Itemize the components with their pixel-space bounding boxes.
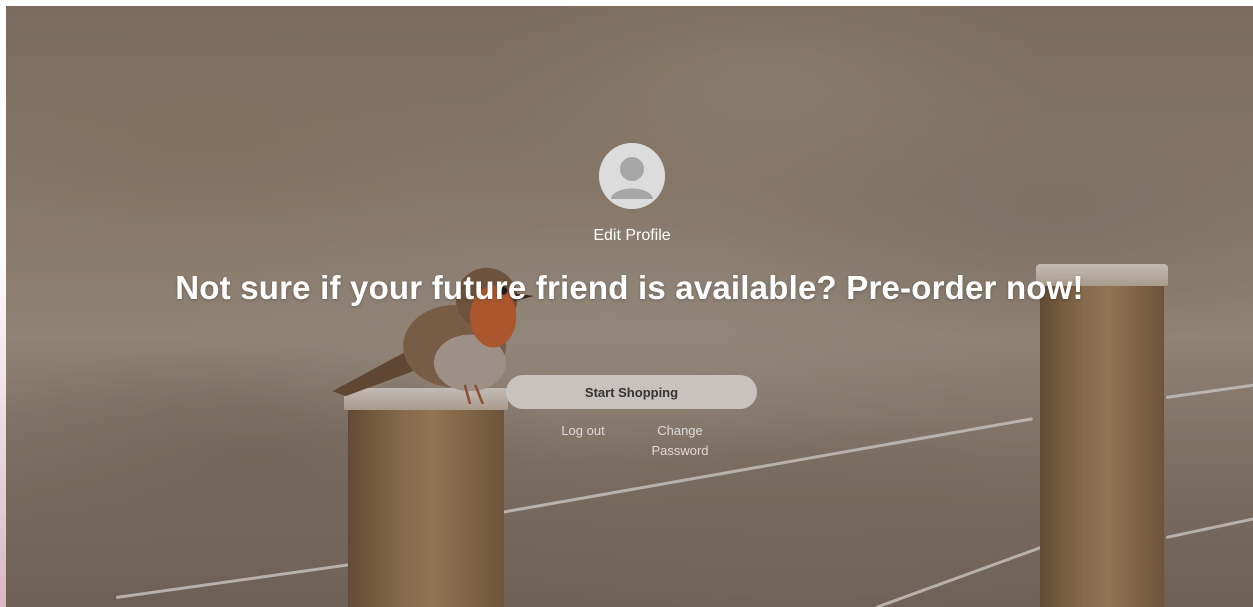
logout-link[interactable]: Log out bbox=[554, 421, 612, 441]
edit-profile-link[interactable]: Edit Profile bbox=[532, 227, 732, 245]
start-shopping-button[interactable]: Start Shopping bbox=[506, 375, 757, 409]
page-headline: Not sure if your future friend is availa… bbox=[175, 269, 1084, 306]
change-password-link[interactable]: Change Password bbox=[644, 421, 716, 461]
user-avatar-icon[interactable] bbox=[599, 143, 665, 209]
main-content: Edit Profile Not sure if your future fri… bbox=[6, 6, 1253, 607]
hero-section: Edit Profile Not sure if your future fri… bbox=[6, 6, 1253, 607]
